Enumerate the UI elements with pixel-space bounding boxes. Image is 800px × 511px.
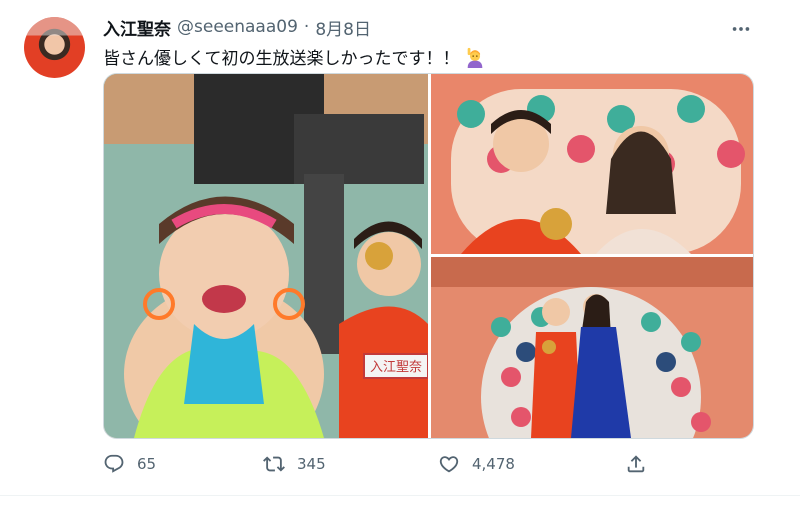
- tweet-header: 入江聖奈 @seeenaaa09 · 8月8日: [103, 15, 371, 40]
- tweet: 入江聖奈 @seeenaaa09 · 8月8日 皆さん優しくて初の生放送楽しかっ…: [0, 0, 800, 511]
- photo-gold-medal-duo[interactable]: [431, 74, 753, 254]
- heart-icon: [439, 456, 459, 473]
- divider: [0, 495, 800, 496]
- author-handle[interactable]: @seeenaaa09: [177, 17, 298, 37]
- tweet-date[interactable]: 8月8日: [315, 15, 371, 40]
- like-count: 4,478: [472, 455, 515, 473]
- tweet-actions: 65 345 4,478: [103, 453, 663, 481]
- media-grid[interactable]: 入江聖奈: [103, 73, 754, 439]
- retweet-count: 345: [297, 455, 326, 473]
- retweet-icon: [263, 456, 285, 472]
- person-raising-hand-emoji-icon: [467, 47, 482, 68]
- reply-icon: [104, 454, 124, 473]
- reply-button[interactable]: 65: [103, 453, 156, 475]
- more-options-icon[interactable]: [730, 18, 752, 41]
- tweet-text: 皆さん優しくて初の生放送楽しかったです！！: [103, 49, 460, 69]
- separator: ·: [303, 17, 310, 37]
- share-button[interactable]: [625, 453, 647, 475]
- retweet-button[interactable]: 345: [263, 453, 326, 475]
- like-button[interactable]: 4,478: [438, 453, 515, 475]
- reply-count: 65: [137, 455, 157, 473]
- photo-selfie[interactable]: 入江聖奈: [104, 74, 428, 438]
- avatar[interactable]: [24, 17, 85, 78]
- tweet-text-line: 皆さん優しくて初の生放送楽しかったです！！: [103, 44, 486, 69]
- share-icon: [627, 455, 645, 473]
- name-sign-text: 入江聖奈: [370, 360, 422, 375]
- author-name[interactable]: 入江聖奈: [103, 15, 171, 40]
- photo-stage-duo[interactable]: [431, 257, 753, 438]
